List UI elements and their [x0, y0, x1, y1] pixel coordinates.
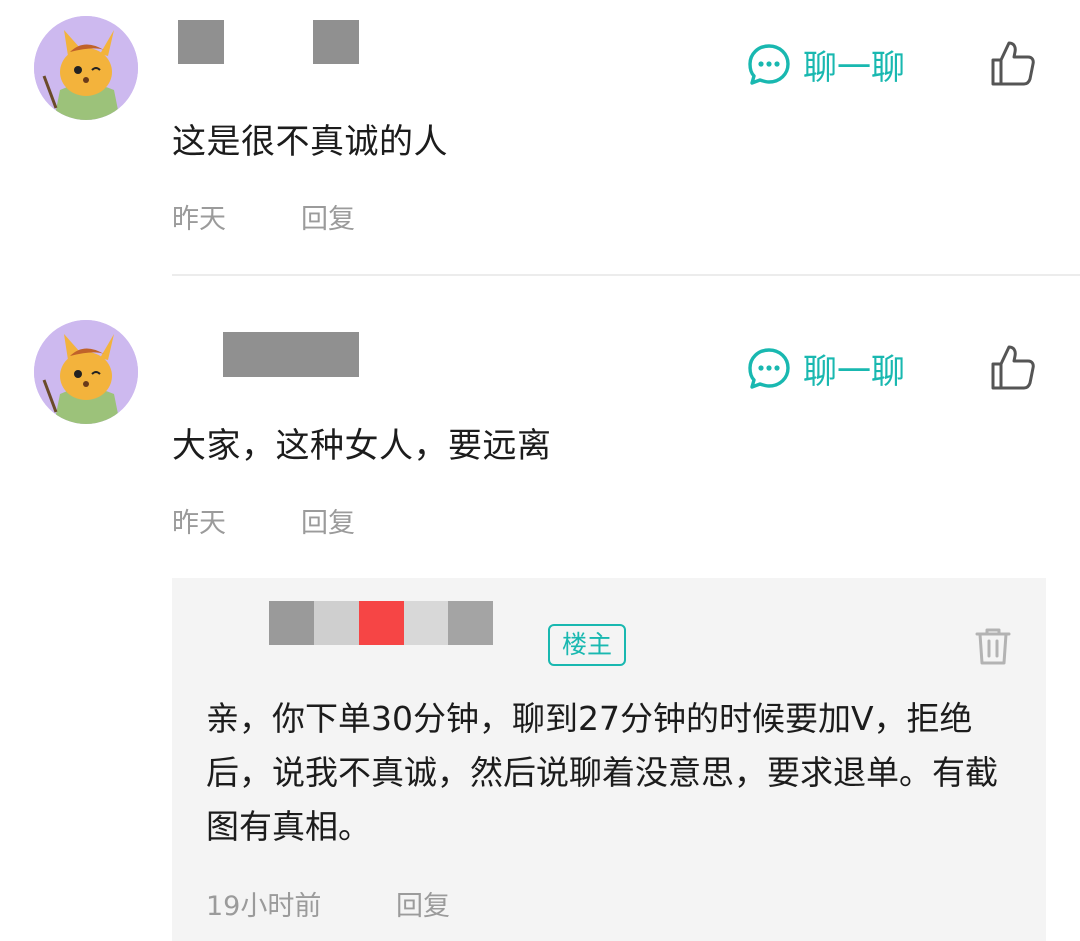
reply-button[interactable]: 回复 — [301, 197, 355, 236]
thumbs-up-icon[interactable] — [990, 38, 1036, 88]
divider — [172, 274, 1080, 276]
reply-text: 亲，你下单30分钟，聊到27分钟的时候要加V，拒绝后，说我不真诚，然后说聊着没意… — [206, 699, 998, 846]
reply-thread: 楼主 亲，你下单30分钟，聊到27分钟的时候要加V，拒绝后，说我不真诚，然后说聊… — [172, 578, 1046, 941]
chat-button[interactable]: 聊一聊 — [747, 40, 905, 89]
comment-text: 大家，这种女人，要远离 — [172, 426, 552, 466]
trash-icon[interactable] — [974, 626, 1012, 666]
comment-time: 昨天 — [172, 204, 226, 235]
reply-button[interactable]: 回复 — [301, 501, 355, 540]
avatar-mascot-icon — [34, 16, 138, 120]
avatar[interactable] — [34, 16, 138, 120]
chat-button[interactable]: 聊一聊 — [747, 344, 905, 393]
chat-bubble-icon — [748, 347, 790, 389]
chat-button-label: 聊一聊 — [803, 48, 905, 88]
chat-bubble-icon — [748, 43, 790, 85]
avatar-mascot-icon — [34, 320, 138, 424]
chat-button-label: 聊一聊 — [803, 352, 905, 392]
thumbs-up-icon[interactable] — [990, 342, 1036, 392]
username-redacted — [269, 601, 493, 645]
username-redacted — [313, 20, 359, 64]
comment-text: 这是很不真诚的人 — [172, 122, 448, 162]
username-redacted — [178, 20, 224, 64]
reply-button[interactable]: 回复 — [396, 884, 450, 923]
username-redacted — [223, 332, 359, 377]
comment-time: 昨天 — [172, 508, 226, 539]
reply-time: 19小时前 — [206, 891, 322, 922]
avatar[interactable] — [34, 320, 138, 424]
owner-badge: 楼主 — [548, 624, 627, 666]
